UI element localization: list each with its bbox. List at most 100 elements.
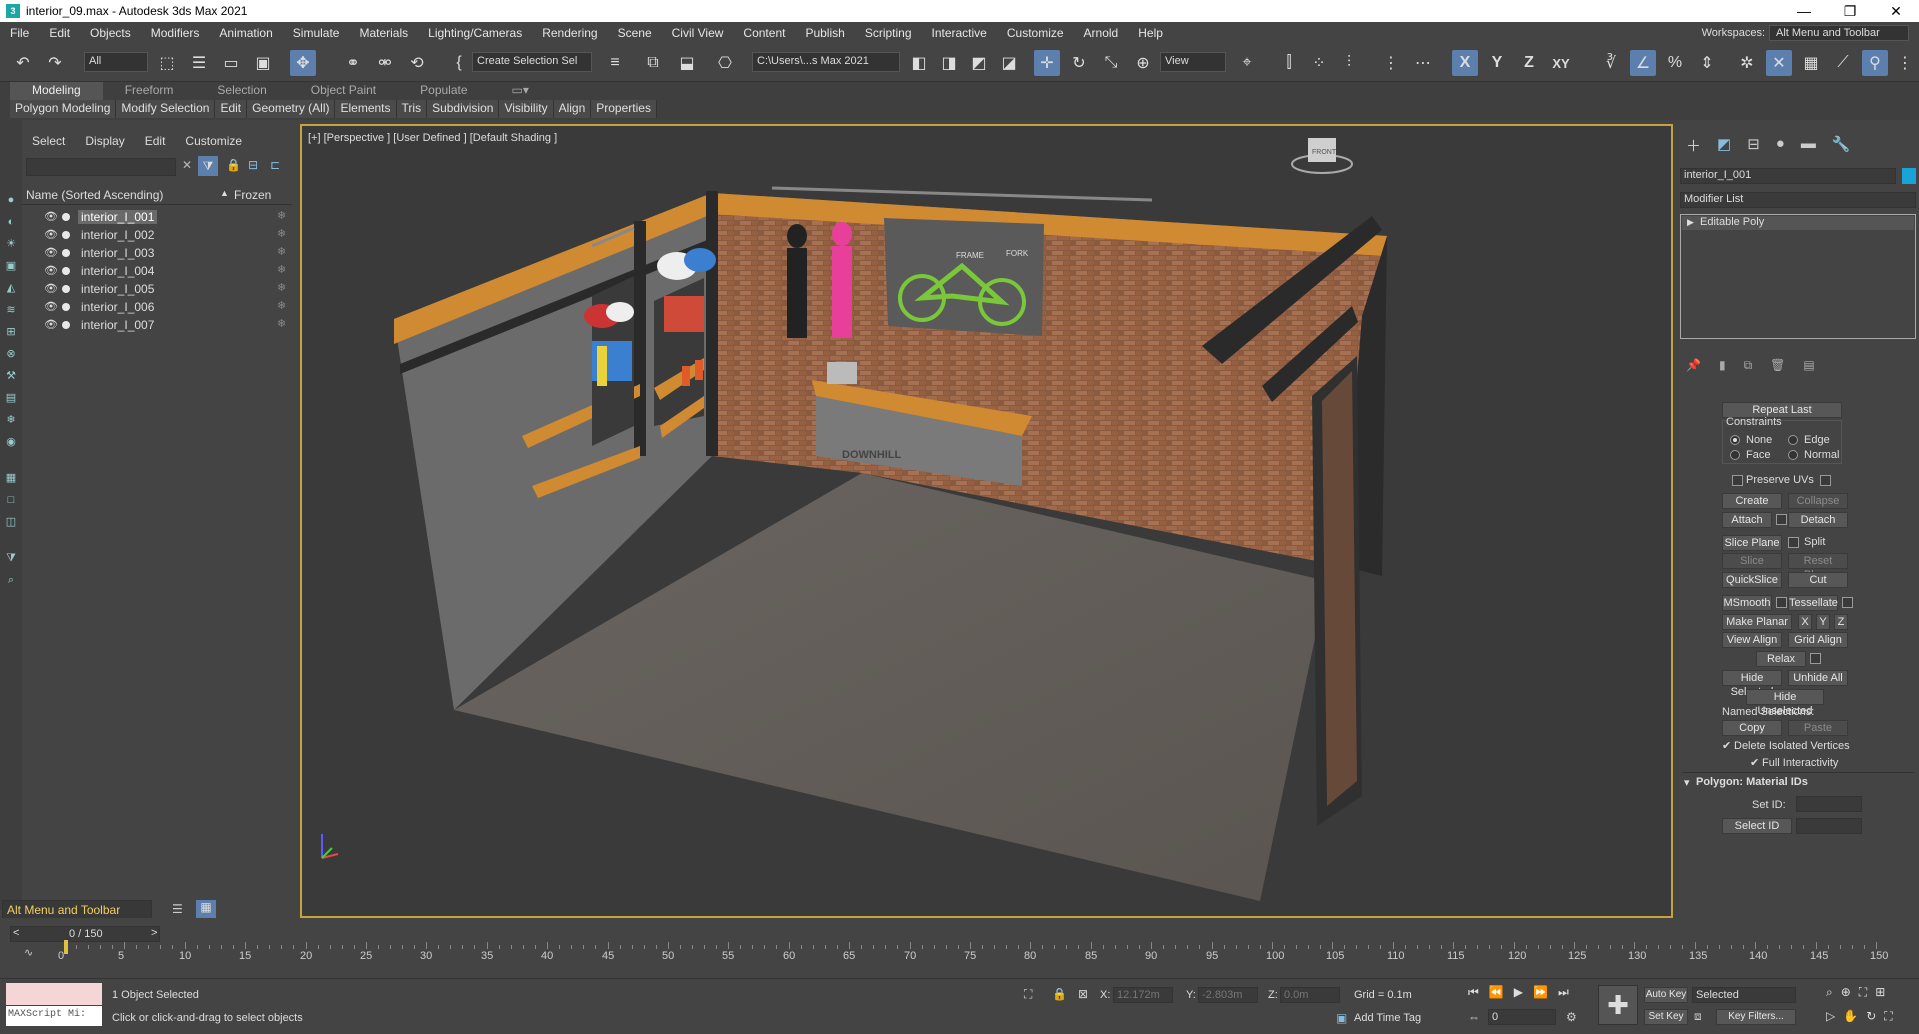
frozen-icon[interactable]: ❄	[277, 209, 286, 222]
selection-filter-dropdown[interactable]: All	[84, 52, 148, 72]
frozen-icon[interactable]: ❄	[277, 299, 286, 312]
render-dot-icon[interactable]	[62, 303, 70, 311]
scene-row[interactable]: 👁 interior_I_002 ❄	[22, 226, 292, 244]
place-icon[interactable]: ⊕	[1130, 50, 1156, 76]
display-containers-icon[interactable]: ▤	[3, 390, 19, 406]
relax-button[interactable]: Relax	[1756, 651, 1806, 667]
window-crossing-icon[interactable]: ▣	[250, 50, 276, 76]
configure-sets-icon[interactable]: ▤	[1803, 358, 1814, 373]
hierarchy-icon[interactable]: ⊟	[248, 158, 258, 172]
align-objects-icon[interactable]: ⫶	[1336, 50, 1362, 76]
subtab-edit[interactable]: Edit	[215, 100, 248, 118]
tessellate-button[interactable]: Tessellate	[1788, 595, 1838, 611]
add-time-tag-label[interactable]: Add Time Tag	[1354, 1012, 1421, 1024]
select-object-icon[interactable]: ⬚	[154, 50, 180, 76]
named-selection-dropdown[interactable]: Create Selection Sel	[472, 52, 592, 72]
subtab-visibility[interactable]: Visibility	[499, 100, 554, 118]
view-align-button[interactable]: View Align	[1722, 632, 1782, 648]
snap-grid-icon[interactable]: ⋮	[1378, 50, 1404, 76]
subtab-subdivision[interactable]: Subdivision	[427, 100, 500, 118]
reference-coord-dropdown[interactable]: View	[1160, 52, 1226, 72]
maximize-viewport-icon[interactable]: ⛶	[1884, 1009, 1892, 1024]
scene-row[interactable]: 👁 interior_I_003 ❄	[22, 244, 292, 262]
orbit-icon[interactable]: ↻	[1866, 1009, 1876, 1024]
quickslice-button[interactable]: QuickSlice	[1722, 572, 1782, 588]
scene-menu-select[interactable]: Select	[22, 134, 75, 148]
subtab-properties[interactable]: Properties	[591, 100, 657, 118]
eye-icon[interactable]: 👁	[44, 300, 58, 313]
y-coord-field[interactable]: -2.803m	[1198, 987, 1258, 1003]
frozen-icon[interactable]: ❄	[277, 263, 286, 276]
tab-object-paint[interactable]: Object Paint	[289, 82, 398, 100]
sort-icon[interactable]: ⊏	[270, 158, 280, 172]
tessellate-settings-icon[interactable]	[1842, 597, 1853, 608]
render-dot-icon[interactable]	[62, 249, 70, 257]
msmooth-button[interactable]: MSmooth	[1722, 595, 1772, 611]
constraint-xy-icon[interactable]: ✕	[1766, 50, 1792, 76]
eye-icon[interactable]: 👁	[44, 228, 58, 241]
attach-button[interactable]: Attach	[1722, 512, 1772, 528]
render-dot-icon[interactable]	[62, 231, 70, 239]
select-id-button[interactable]: Select ID	[1722, 818, 1792, 834]
scene-menu-display[interactable]: Display	[75, 134, 134, 148]
motion-tab-icon[interactable]: ●	[1776, 135, 1785, 153]
scene-row[interactable]: 👁 interior_I_006 ❄	[22, 298, 292, 316]
subtab-align[interactable]: Align	[553, 100, 592, 118]
align-icon[interactable]: ◧	[906, 50, 932, 76]
column-frozen-header[interactable]: Frozen	[234, 188, 271, 202]
display-geometry-icon[interactable]: ●	[3, 192, 19, 208]
play-icon[interactable]: ▶	[1514, 985, 1523, 1000]
rollout-collapse-icon[interactable]: ▾	[1684, 776, 1690, 789]
subtab-modify-selection[interactable]: Modify Selection	[116, 100, 216, 118]
zoom-extents-all-icon[interactable]: ⊞	[1875, 985, 1885, 1000]
constraint-face-radio[interactable]	[1730, 450, 1740, 460]
constraint-none-radio[interactable]	[1730, 435, 1740, 445]
time-config-icon[interactable]: ⚙	[1566, 1010, 1577, 1024]
display-groups-icon[interactable]: ⊞	[3, 324, 19, 340]
pan-icon[interactable]: ✋	[1843, 1009, 1858, 1024]
modify-tab-icon[interactable]: ◩	[1717, 135, 1731, 153]
viewcube[interactable]: FRONT	[1291, 138, 1353, 174]
close-button[interactable]: ✕	[1873, 0, 1919, 22]
select-by-name-icon[interactable]: ☰	[186, 50, 212, 76]
scene-row[interactable]: 👁 interior_I_001 ❄	[22, 208, 292, 226]
timeline-track[interactable]: 0 5 10 15 20 25 30 35 40 45 50 55 60 65 70 75 80 85 90 95 10…	[58, 918, 1888, 974]
link-icon[interactable]: ⚭	[340, 50, 366, 76]
scene-search-input[interactable]	[26, 158, 176, 176]
menu-modifiers[interactable]: Modifiers	[141, 26, 210, 40]
curve-editor-mini-icon[interactable]: ∿	[24, 946, 33, 959]
material-ids-rollout-header[interactable]: ▾ Polygon: Material IDs	[1682, 772, 1914, 789]
constraint-normal-radio[interactable]	[1788, 450, 1798, 460]
display-cameras-icon[interactable]: ▣	[3, 258, 19, 274]
axis-xy-button[interactable]: XY	[1548, 50, 1574, 76]
render-dot-icon[interactable]	[62, 285, 70, 293]
next-frame-icon[interactable]: ⏩	[1533, 985, 1548, 1000]
constraint-edge-radio[interactable]	[1788, 435, 1798, 445]
scene-row[interactable]: 👁 interior_I_007 ❄	[22, 316, 292, 334]
viewport-perspective[interactable]: [+] [Perspective ] [User Defined ] [Defa…	[300, 124, 1673, 918]
maxscript-input[interactable]: MAXScript Mi:	[6, 1006, 102, 1026]
go-to-start-icon[interactable]: ⏮	[1468, 985, 1479, 1000]
hide-unselected-button[interactable]: Hide Unselected	[1746, 689, 1824, 717]
eye-icon[interactable]: 👁	[44, 282, 58, 295]
tab-freeform[interactable]: Freeform	[103, 82, 196, 100]
display-hidden-icon[interactable]: ◉	[3, 434, 19, 450]
clear-search-icon[interactable]: ✕	[182, 158, 192, 172]
display-shapes-icon[interactable]: ◐	[3, 214, 19, 230]
split-checkbox[interactable]	[1788, 537, 1799, 548]
cut-button[interactable]: Cut	[1788, 572, 1848, 588]
display-lights-icon[interactable]: ☀	[3, 236, 19, 252]
rect-selection-icon[interactable]: ▭	[218, 50, 244, 76]
object-name-field[interactable]: interior_I_001	[1680, 168, 1896, 184]
make-planar-button[interactable]: Make Planar	[1722, 614, 1792, 630]
go-to-end-icon[interactable]: ⏭	[1558, 985, 1569, 1000]
scene-menu-edit[interactable]: Edit	[135, 134, 176, 148]
attach-settings-icon[interactable]	[1776, 514, 1787, 525]
subtab-geometry-all[interactable]: Geometry (All)	[247, 100, 336, 118]
overflow-icon[interactable]: ⋮	[1892, 50, 1918, 76]
column-name-header[interactable]: Name (Sorted Ascending)	[26, 188, 163, 202]
render-dot-icon[interactable]	[62, 267, 70, 275]
mirror-icon[interactable]: ⫿	[1276, 50, 1302, 76]
sort-by-icon[interactable]: ▦	[196, 900, 216, 920]
menu-rendering[interactable]: Rendering	[532, 26, 607, 40]
